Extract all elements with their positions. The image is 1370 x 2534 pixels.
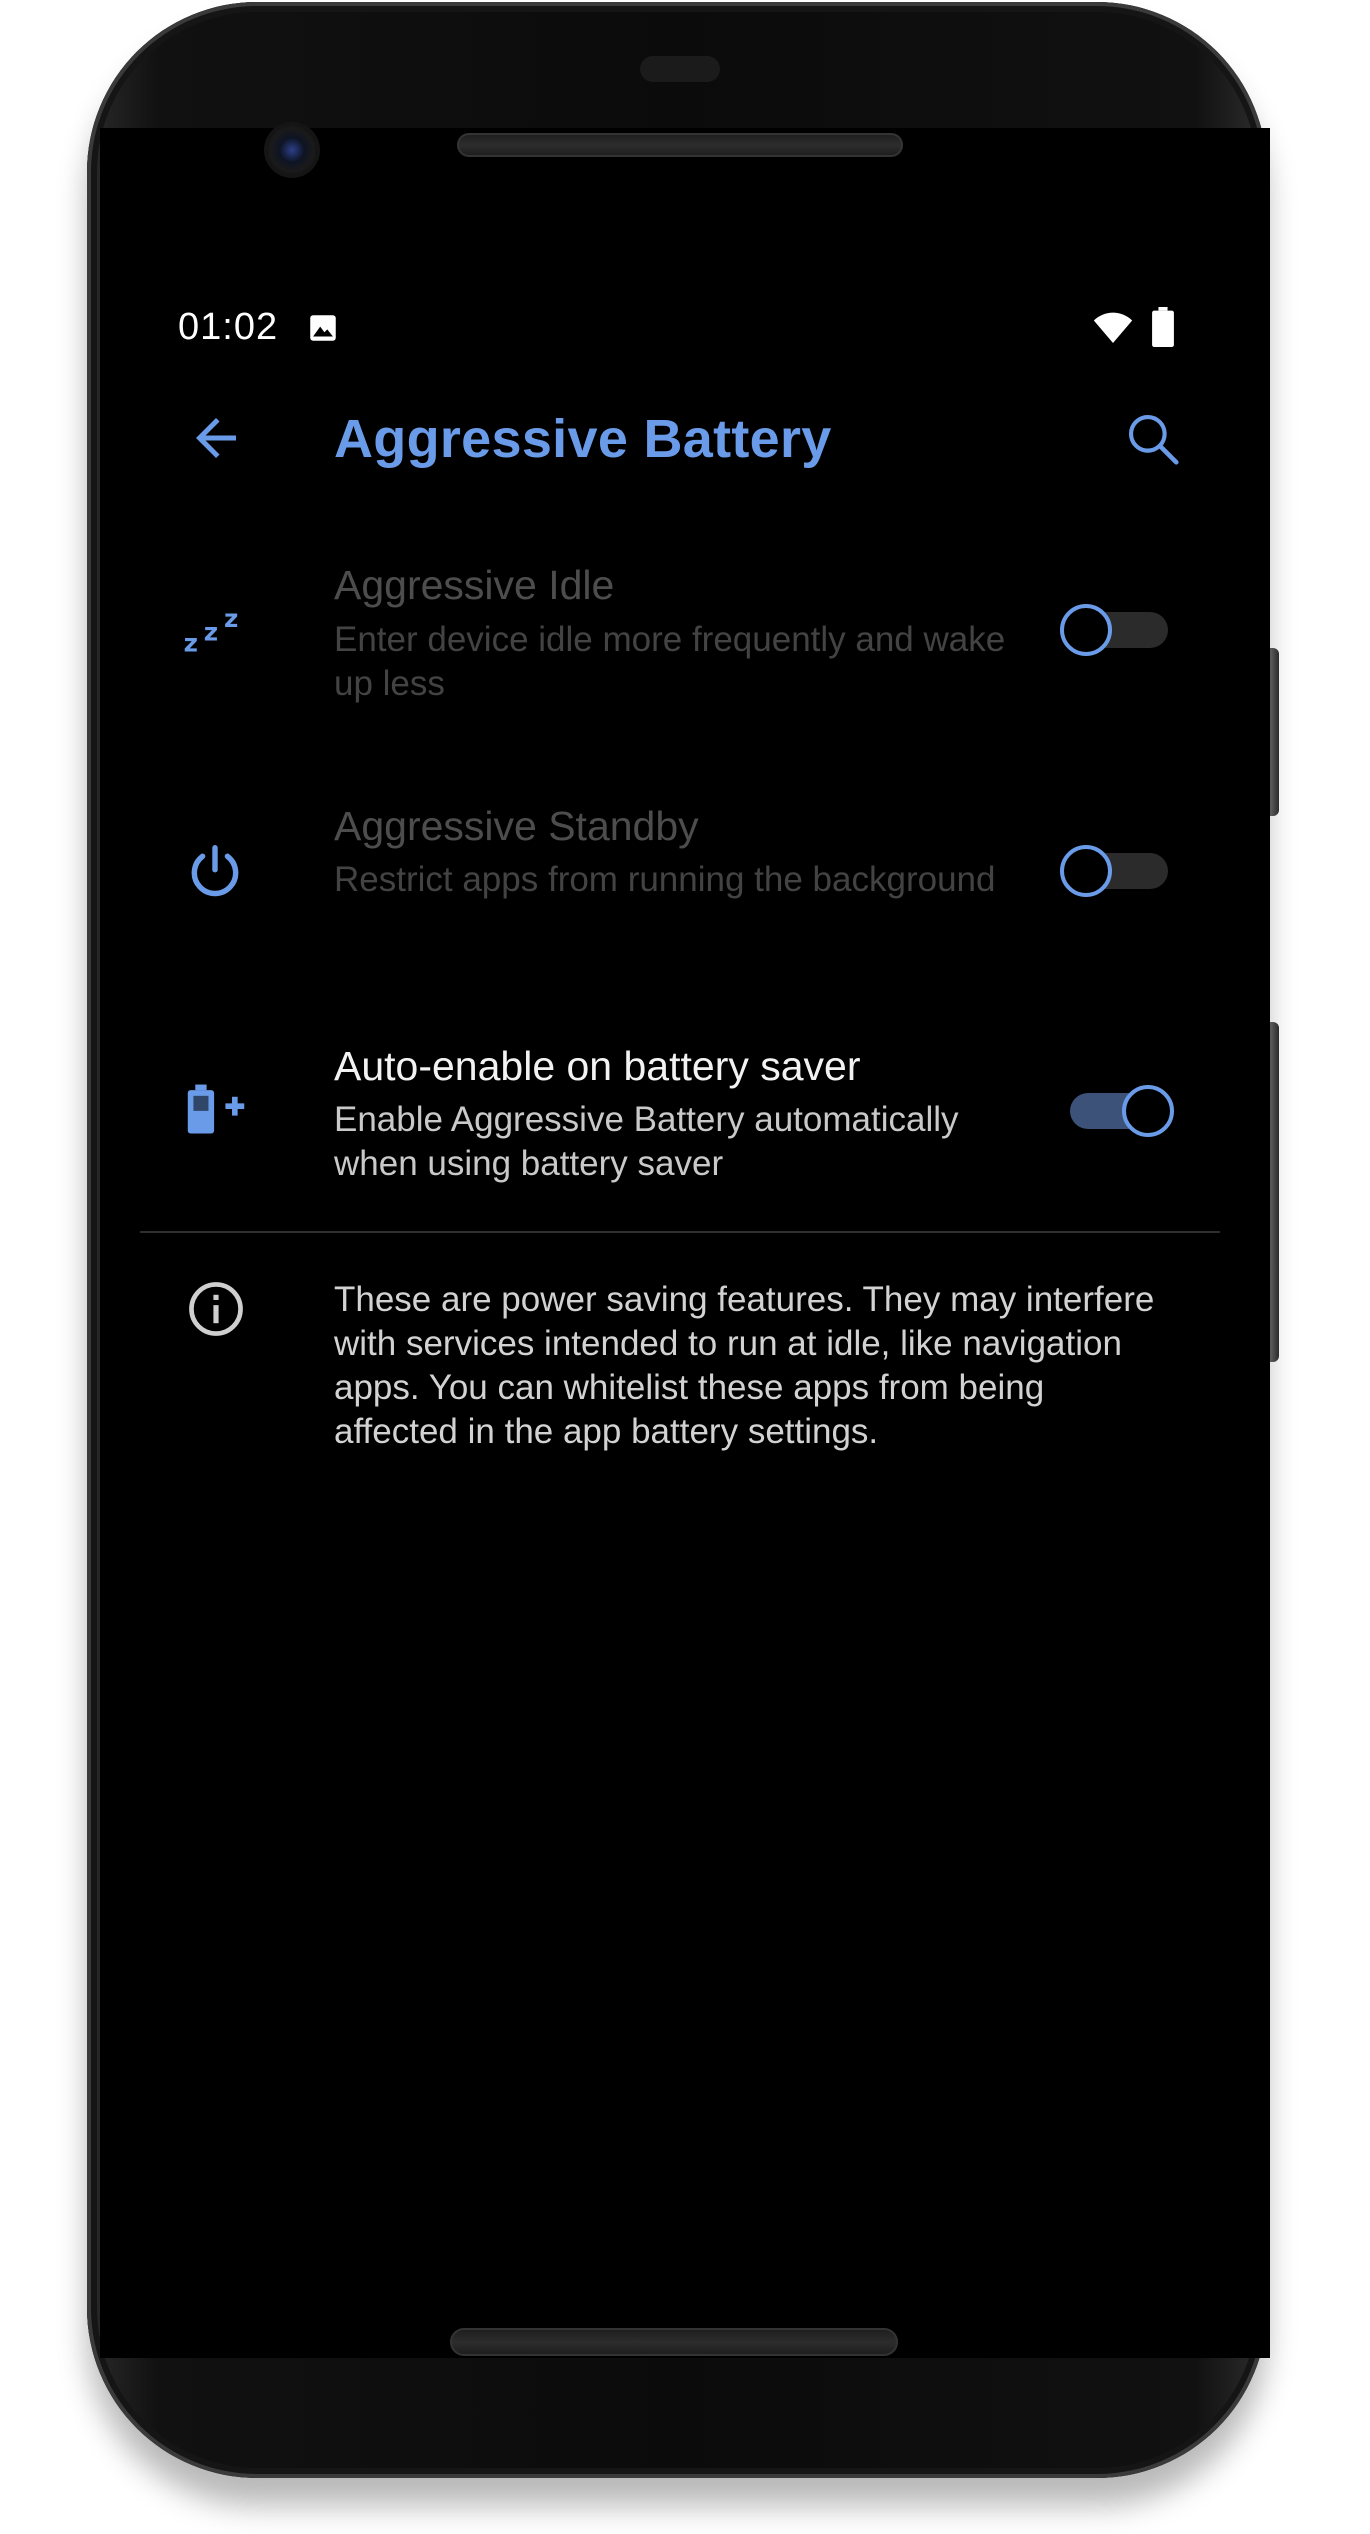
earpiece-speaker (457, 133, 903, 157)
page-title: Aggressive Battery (334, 409, 832, 469)
battery-icon (1152, 307, 1174, 347)
svg-text:z: z (184, 629, 198, 656)
aggressive-standby-toggle[interactable] (1060, 843, 1172, 899)
setting-summary: Enable Aggressive Battery automatically … (334, 1100, 959, 1183)
svg-text:z: z (224, 604, 238, 633)
search-icon[interactable] (1122, 408, 1184, 470)
arrow-back-icon[interactable] (186, 408, 246, 468)
wifi-icon (1093, 312, 1133, 343)
bottom-speaker (450, 2328, 898, 2356)
top-microphone (640, 56, 720, 82)
setting-title: Auto-enable on battery saver (334, 1043, 861, 1089)
status-time: 01:02 (178, 306, 279, 348)
front-camera (267, 125, 317, 175)
toggle-thumb (1060, 604, 1112, 656)
sleep-zzz-icon: z z z (184, 604, 239, 656)
setting-title: Aggressive Idle (334, 562, 615, 608)
aggressive-idle-toggle[interactable] (1060, 602, 1172, 658)
info-icon (189, 1282, 243, 1336)
image-icon (310, 315, 336, 341)
svg-text:z: z (204, 617, 218, 646)
toggle-thumb (1122, 1085, 1174, 1137)
section-divider (140, 1231, 1220, 1233)
setting-summary: Enter device idle more frequently and wa… (334, 620, 1006, 703)
power-icon (191, 845, 239, 897)
toggle-thumb (1060, 845, 1112, 897)
auto-enable-toggle[interactable] (1066, 1083, 1178, 1139)
setting-title: Aggressive Standby (334, 803, 699, 849)
battery-plus-icon (187, 1084, 245, 1134)
setting-summary: Restrict apps from running the backgroun… (334, 860, 996, 899)
info-footer-text: These are power saving features. They ma… (334, 1280, 1155, 1451)
